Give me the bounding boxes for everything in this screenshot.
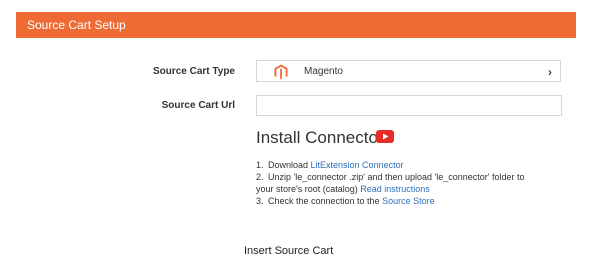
source-cart-type-label: Source Cart Type <box>152 66 235 77</box>
install-connector-title: Install Connector <box>256 128 384 147</box>
chevron-right-icon: › <box>548 65 552 79</box>
insert-source-cart-caption: Insert Source Cart <box>244 245 334 257</box>
youtube-play-icon[interactable] <box>376 130 394 143</box>
step-1: 1. Download LitExtension Connector <box>256 160 404 170</box>
source-cart-type-value: Magento <box>304 66 343 77</box>
source-cart-url-input[interactable] <box>256 95 562 116</box>
source-store-link[interactable]: Source Store <box>382 196 435 206</box>
header-title: Source Cart Setup <box>27 18 126 32</box>
step-2: 2. Unzip 'le_connector .zip' and then upl… <box>256 172 525 182</box>
source-cart-url-label: Source Cart Url <box>161 100 235 111</box>
source-cart-setup-header: Source Cart Setup <box>16 12 576 38</box>
magento-logo <box>274 64 288 80</box>
read-instructions-link[interactable]: Read instructions <box>360 184 430 194</box>
download-connector-link[interactable]: LitExtension Connector <box>311 160 404 170</box>
connector-instructions: 1. Download LitExtension Connector 2. Unzi… <box>256 159 525 207</box>
source-cart-type-select[interactable]: Magento › <box>256 60 561 82</box>
step-2-continued: your store's root (catalog) Read instruc… <box>256 184 430 194</box>
step-3: 3. Check the connection to the Source Sto… <box>256 196 435 206</box>
